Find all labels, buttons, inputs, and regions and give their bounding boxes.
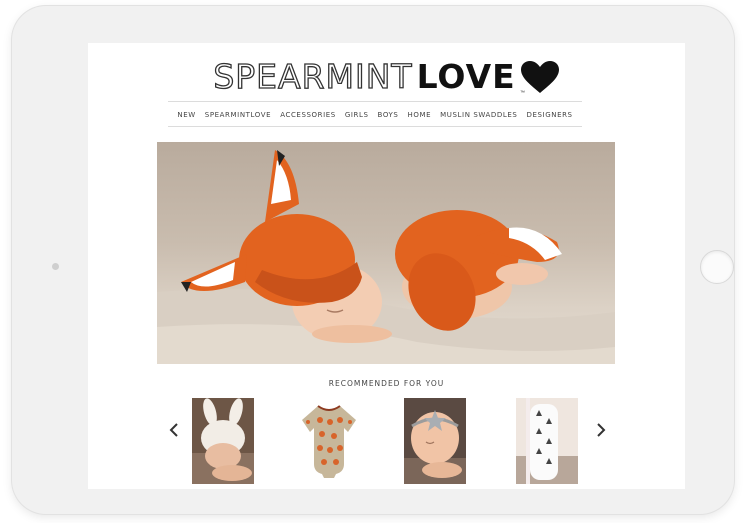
- nav-item-home[interactable]: HOME: [407, 111, 431, 119]
- tablet-frame: SPEARMINT LOVE ™ NEW SPEARMINTLOVE ACCESS…: [12, 6, 734, 514]
- product-thumbnail-star-headband[interactable]: [404, 398, 466, 484]
- product-image-1: [192, 398, 254, 484]
- hero-image[interactable]: [157, 142, 615, 364]
- hero-illustration: [157, 150, 615, 364]
- nav-item-muslin-swaddles[interactable]: MUSLIN SWADDLES: [440, 111, 517, 119]
- trademark-mark: ™: [520, 90, 525, 96]
- logo-outline-text: SPEARMINT: [213, 56, 413, 96]
- product-thumbnail-fox-onesie[interactable]: [298, 398, 360, 484]
- nav-item-boys[interactable]: BOYS: [378, 111, 399, 119]
- nav-item-designers[interactable]: DESIGNERS: [526, 111, 572, 119]
- chevron-left-icon[interactable]: [167, 420, 181, 440]
- camera-dot: [52, 263, 59, 270]
- product-image-4: [516, 398, 578, 484]
- nav-item-girls[interactable]: GIRLS: [345, 111, 369, 119]
- product-image-3: [404, 398, 466, 484]
- product-thumbnail-bunny-hat[interactable]: [192, 398, 254, 484]
- nav-divider-bottom: [168, 126, 582, 127]
- product-image-2: [298, 398, 360, 484]
- home-button[interactable]: [700, 250, 734, 284]
- logo-solid-text: LOVE: [416, 57, 516, 96]
- heart-icon: [520, 60, 559, 93]
- nav-item-accessories[interactable]: ACCESSORIES: [280, 111, 336, 119]
- screen: SPEARMINT LOVE ™ NEW SPEARMINTLOVE ACCESS…: [88, 43, 685, 489]
- nav-item-spearmintlove[interactable]: SPEARMINTLOVE: [205, 111, 271, 119]
- site-logo[interactable]: SPEARMINT LOVE: [88, 56, 685, 97]
- product-thumbnail-swaddle[interactable]: [516, 398, 578, 484]
- main-nav: NEW SPEARMINTLOVE ACCESSORIES GIRLS BOYS…: [168, 106, 582, 124]
- nav-divider-top: [168, 101, 582, 102]
- recommended-title: RECOMMENDED FOR YOU: [328, 379, 445, 388]
- nav-item-new[interactable]: NEW: [177, 111, 195, 119]
- chevron-right-icon[interactable]: [594, 420, 608, 440]
